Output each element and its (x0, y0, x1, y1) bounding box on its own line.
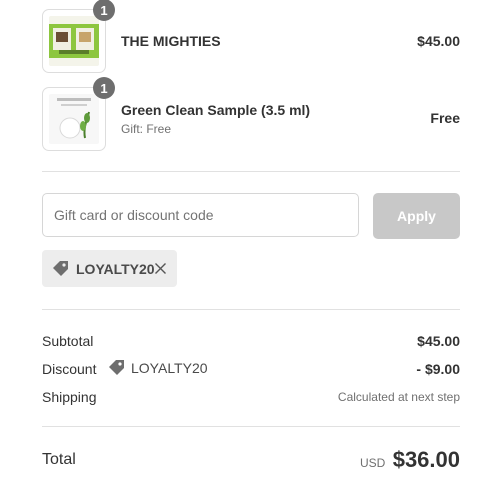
line-item: 1 Green Clean Sample (3.5 ml) Gift: Free… (42, 77, 460, 151)
close-icon[interactable] (154, 262, 167, 275)
tag-icon (52, 260, 70, 283)
divider (42, 426, 460, 427)
shipping-label: Shipping (42, 389, 97, 405)
subtotal-value: $45.00 (417, 333, 460, 349)
mighties-product-image (49, 16, 99, 66)
shipping-value: Calculated at next step (337, 390, 460, 404)
total-amount: $36.00 (392, 447, 460, 472)
total-label: Total (42, 451, 76, 468)
quantity-badge: 1 (93, 0, 115, 21)
currency-code: USD (360, 456, 386, 470)
divider (42, 309, 460, 310)
product-price: $45.00 (417, 33, 460, 49)
quantity-badge: 1 (93, 77, 115, 99)
product-name: Green Clean Sample (3.5 ml) (121, 102, 311, 118)
apply-button[interactable]: Apply (373, 193, 460, 239)
divider (42, 171, 460, 172)
applied-discount-code: LOYALTY20 (76, 261, 155, 277)
product-price: Free (430, 110, 460, 126)
discount-label: Discount (42, 361, 97, 377)
discount-value: - $9.00 (416, 361, 460, 377)
tag-icon (108, 359, 126, 382)
subtotal-label: Subtotal (42, 333, 94, 349)
discount-code: LOYALTY20 (131, 360, 208, 376)
line-item: 1 THE MIGHTIES $45.00 (42, 0, 460, 73)
applied-discount-chip: LOYALTY20 (42, 250, 177, 287)
discount-code-input[interactable] (42, 193, 359, 237)
product-subtitle: Gift: Free (121, 122, 172, 136)
product-name: THE MIGHTIES (121, 33, 221, 49)
green-clean-product-image (49, 94, 99, 144)
